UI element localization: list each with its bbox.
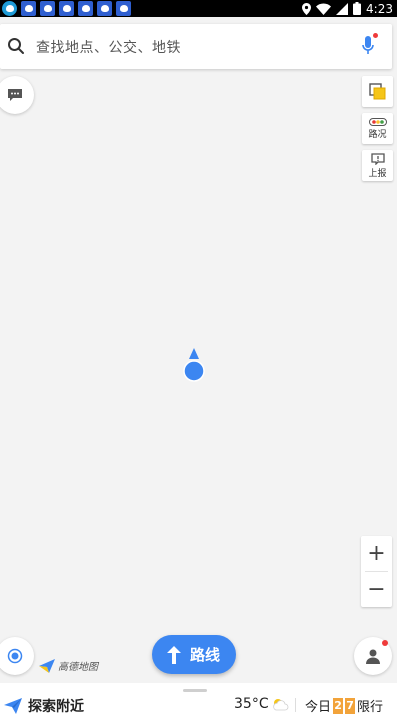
- partly-cloudy-icon: [272, 699, 288, 711]
- report-label: 上报: [368, 168, 387, 179]
- baidu-paw-icon: [40, 1, 55, 16]
- traffic-restriction[interactable]: 今日 2 7 限行: [305, 696, 383, 715]
- paper-plane-icon: [4, 698, 22, 714]
- traffic-label: 路况: [368, 129, 387, 140]
- divider: [295, 698, 296, 712]
- status-bar: 4:23: [0, 0, 397, 17]
- baidu-paw-icon: [116, 1, 131, 16]
- battery-icon: [353, 2, 362, 15]
- report-icon: [370, 152, 385, 165]
- baidu-paw-icon: [21, 1, 36, 16]
- microphone-icon[interactable]: [362, 36, 374, 56]
- route-arrow-icon: [167, 645, 181, 664]
- bottom-panel[interactable]: 探索附近 35°C 今日 2 7 限行: [0, 683, 397, 723]
- current-location-marker: [183, 348, 205, 382]
- app-icon: [2, 1, 17, 16]
- clock: 4:23: [366, 1, 393, 16]
- route-label: 路线: [190, 646, 221, 664]
- profile-badge: [382, 640, 388, 646]
- today-label: 今日: [305, 700, 332, 715]
- zoom-in-button[interactable]: +: [361, 536, 392, 571]
- amap-logo-icon: [39, 658, 55, 673]
- amap-logo-text: 高德地图: [58, 662, 98, 673]
- restriction-digit: 2: [333, 697, 344, 714]
- wifi-icon: [316, 3, 332, 15]
- temperature: 35°C: [234, 696, 269, 712]
- layers-button[interactable]: [362, 76, 393, 107]
- search-bar[interactable]: 查找地点、公交、地铁: [0, 24, 392, 69]
- drag-handle[interactable]: [183, 689, 207, 692]
- baidu-paw-icon: [59, 1, 74, 16]
- voice-badge: [373, 33, 378, 38]
- amap-logo: 高德地图: [39, 658, 98, 673]
- baidu-paw-icon: [97, 1, 112, 16]
- location-icon: [302, 2, 312, 15]
- locate-button[interactable]: [0, 637, 34, 675]
- report-button[interactable]: 上报: [362, 150, 393, 181]
- locate-icon: [7, 648, 23, 664]
- explore-nearby[interactable]: 探索附近: [4, 696, 84, 716]
- restriction-digit: 7: [345, 697, 356, 714]
- route-button[interactable]: 路线: [152, 635, 236, 674]
- baidu-paw-icon: [78, 1, 93, 16]
- signal-icon: [336, 2, 349, 15]
- message-button[interactable]: [0, 76, 34, 114]
- restriction-label: 限行: [357, 700, 384, 715]
- zoom-control: + −: [361, 536, 392, 607]
- user-icon: [366, 649, 380, 664]
- search-icon: [8, 38, 24, 54]
- explore-label: 探索附近: [28, 699, 84, 715]
- chat-bubble-icon: [8, 89, 22, 101]
- traffic-button[interactable]: 路况: [362, 113, 393, 144]
- weather[interactable]: 35°C: [234, 696, 289, 712]
- traffic-light-icon: [368, 117, 387, 126]
- zoom-out-button[interactable]: −: [361, 572, 392, 607]
- search-placeholder: 查找地点、公交、地铁: [36, 40, 181, 56]
- notification-icons: [2, 1, 131, 16]
- system-status: 4:23: [302, 0, 393, 17]
- layers-icon: [369, 83, 386, 100]
